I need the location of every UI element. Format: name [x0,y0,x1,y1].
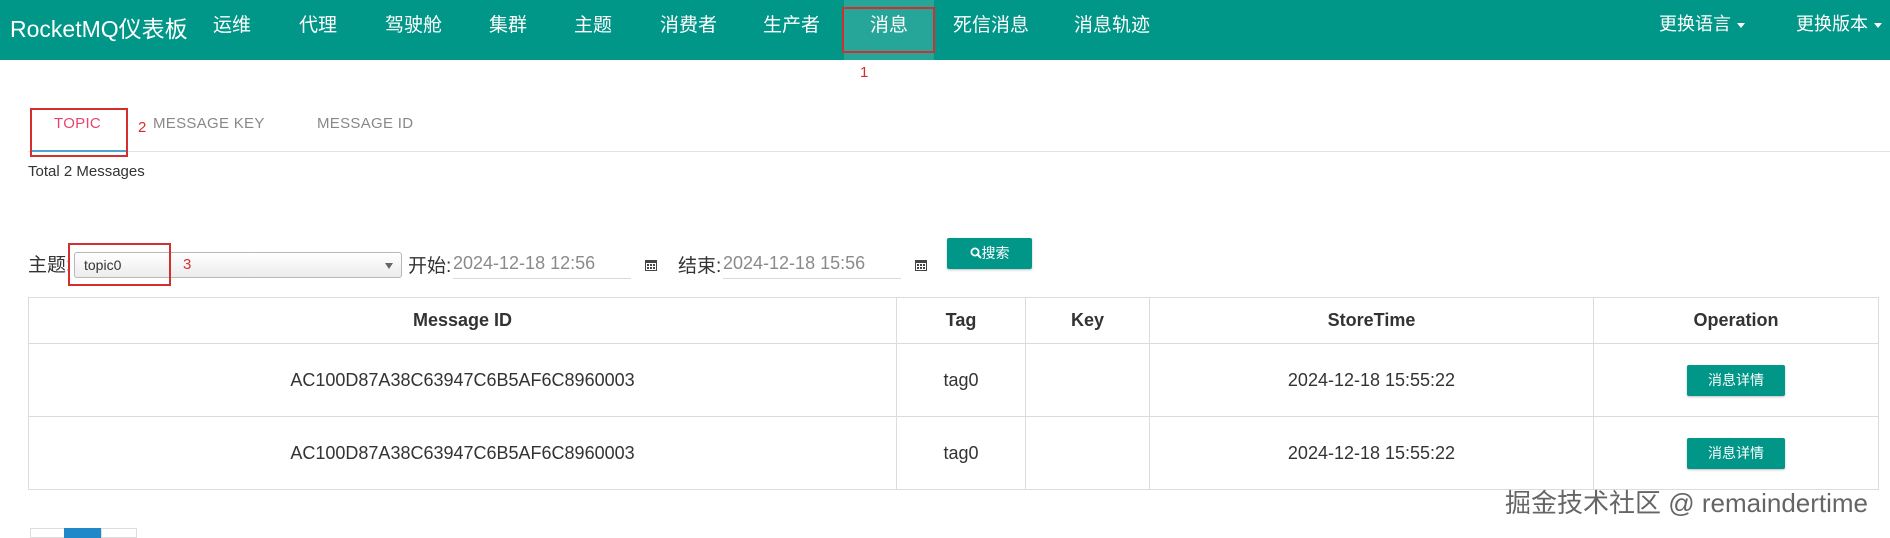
table-header-row: Message ID Tag Key StoreTime Operation [28,297,1879,344]
annotation-number-2: 2 [138,119,147,136]
messages-table: Message ID Tag Key StoreTime Operation A… [28,297,1879,490]
start-time-input[interactable] [453,248,631,279]
header-tag: Tag [896,297,1026,344]
nav-item-consumer[interactable]: 消费者 [660,0,717,60]
select-arrow-icon [385,263,393,269]
tab-message-id[interactable]: MESSAGE ID [317,115,413,132]
start-label: 开始: [408,256,452,277]
nav-item-message-trace[interactable]: 消息轨迹 [1074,0,1150,60]
header-message-id: Message ID [28,297,897,344]
search-icon [970,247,982,259]
cell-operation: 消息详情 [1593,416,1879,490]
annotation-box-2 [30,108,128,157]
version-dropdown[interactable]: 更换版本 [1796,0,1882,48]
cell-tag: tag0 [896,343,1026,417]
end-time-input[interactable] [723,248,901,279]
topic-label: 主题: [28,255,72,276]
calendar-icon[interactable] [644,258,658,272]
nav-item-producer[interactable]: 生产者 [763,0,820,60]
nav-item-dlq-message[interactable]: 死信消息 [953,0,1029,60]
watermark-text: 掘金技术社区 @ remaindertime [1505,488,1869,518]
tab-message-key[interactable]: MESSAGE KEY [153,115,265,132]
cell-store-time: 2024-12-18 15:55:22 [1149,416,1594,490]
pagination [30,528,140,538]
cell-tag: tag0 [896,416,1026,490]
message-detail-button[interactable]: 消息详情 [1687,437,1785,469]
table-row: AC100D87A38C63947C6B5AF6C8960003 tag0 20… [28,416,1879,490]
header-operation: Operation [1593,297,1879,344]
table-row: AC100D87A38C63947C6B5AF6C8960003 tag0 20… [28,343,1879,417]
caret-down-icon [1737,22,1745,28]
annotation-box-1 [842,7,935,53]
nav-item-proxy[interactable]: 代理 [299,0,337,60]
message-detail-button[interactable]: 消息详情 [1687,364,1785,396]
header-key: Key [1025,297,1150,344]
end-label: 结束: [678,256,722,277]
tab-divider [28,151,1890,152]
nav-item-topic[interactable]: 主题 [574,0,612,60]
nav-item-ops[interactable]: 运维 [213,0,251,60]
cell-message-id: AC100D87A38C63947C6B5AF6C8960003 [28,416,897,490]
annotation-number-3: 3 [183,256,192,273]
nav-item-cluster[interactable]: 集群 [489,0,527,60]
version-label: 更换版本 [1796,14,1868,34]
caret-down-icon [1874,22,1882,28]
pagination-page-button[interactable] [64,528,102,538]
pagination-next-button[interactable] [101,528,137,538]
search-button[interactable]: 搜索 [947,238,1032,269]
nav-item-dashboard[interactable]: 驾驶舱 [385,0,442,60]
brand-title[interactable]: RocketMQ仪表板 [10,10,188,44]
calendar-icon[interactable] [914,258,928,272]
search-button-label: 搜索 [981,245,1010,261]
annotation-number-1: 1 [860,64,869,81]
language-dropdown[interactable]: 更换语言 [1659,0,1745,48]
cell-store-time: 2024-12-18 15:55:22 [1149,343,1594,417]
top-navbar: RocketMQ仪表板 运维 代理 驾驶舱 集群 主题 消费者 生产者 消息 死… [0,0,1890,60]
cell-key [1025,343,1150,417]
total-messages: Total 2 Messages [28,163,145,180]
annotation-box-3 [68,243,171,286]
cell-key [1025,416,1150,490]
pagination-prev-button[interactable] [30,528,65,538]
language-label: 更换语言 [1659,14,1731,34]
cell-message-id: AC100D87A38C63947C6B5AF6C8960003 [28,343,897,417]
header-store-time: StoreTime [1149,297,1594,344]
cell-operation: 消息详情 [1593,343,1879,417]
